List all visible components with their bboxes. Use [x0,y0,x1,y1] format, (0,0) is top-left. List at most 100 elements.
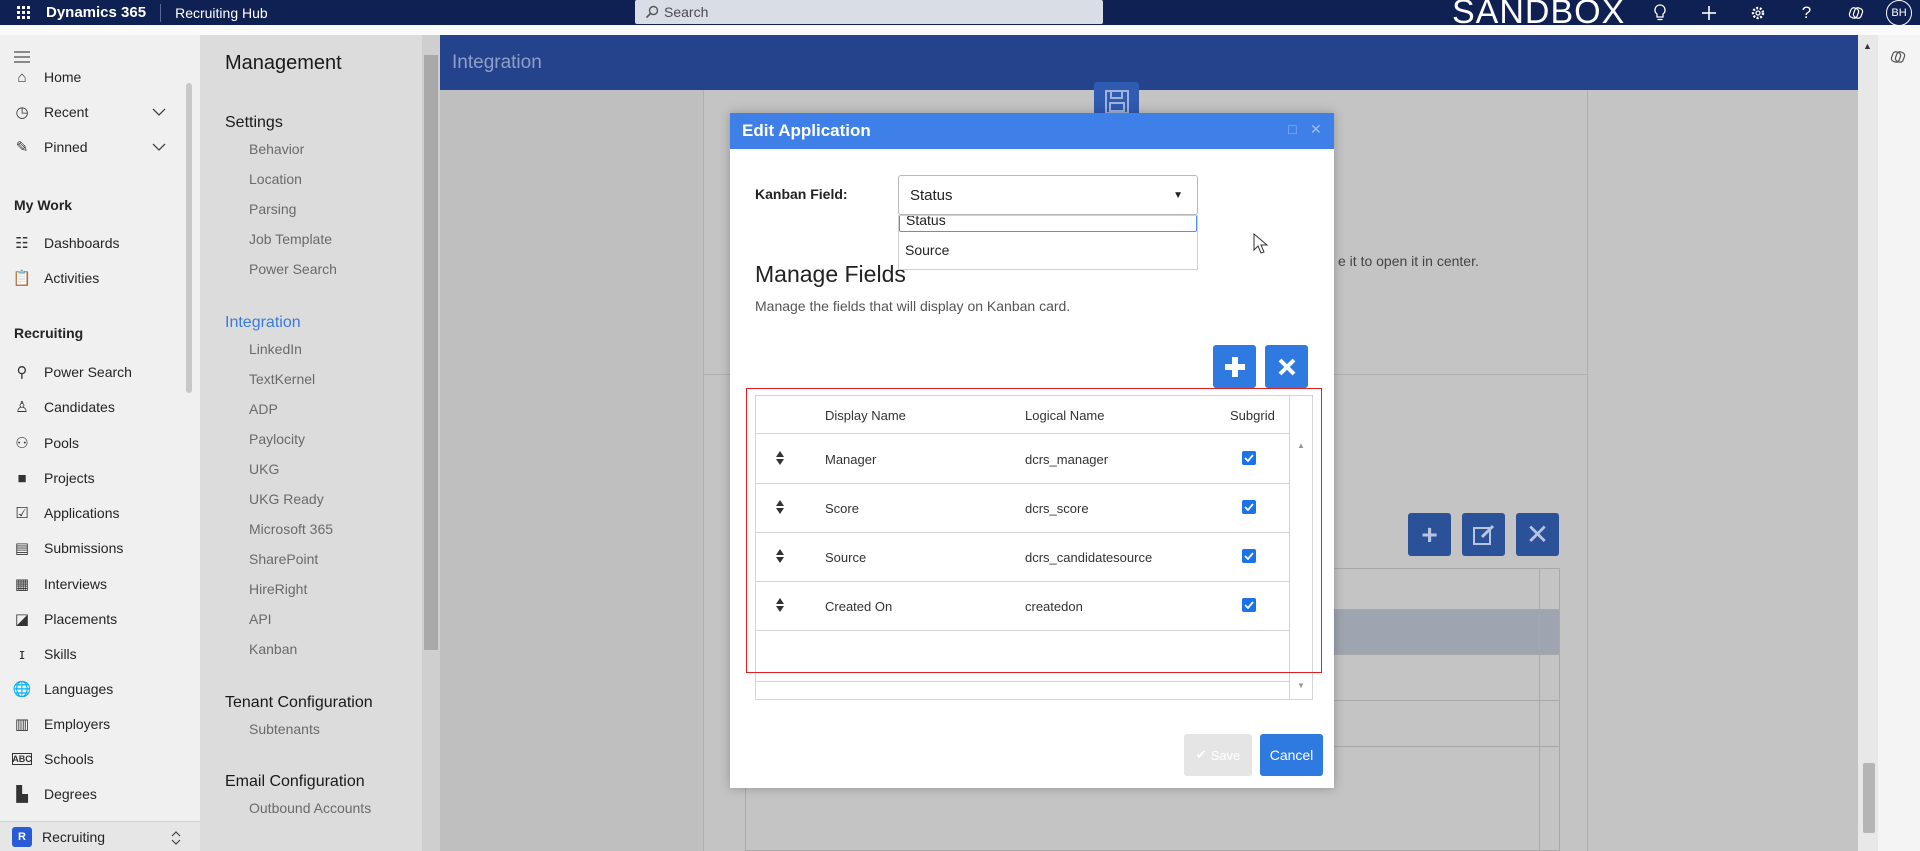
save-button[interactable]: ✔ Save [1184,734,1252,776]
section-settings[interactable]: Settings [225,114,283,132]
gear-icon[interactable] [1733,0,1782,25]
area-switcher[interactable]: R Recruiting [0,821,200,851]
id-card-icon: ▤ [14,540,30,557]
mgmt-item-sharepoint[interactable]: SharePoint [249,551,318,567]
mgmt-item-paylocity[interactable]: Paylocity [249,431,305,447]
plus-icon[interactable] [1684,0,1733,25]
kanban-field-label: Kanban Field: [755,186,848,202]
hub-name[interactable]: Recruiting Hub [161,5,268,21]
plus-icon [1224,356,1245,377]
mgmt-item-subtenants[interactable]: Subtenants [249,721,320,737]
nav-item-skills[interactable]: ɪ Skills [0,639,180,669]
nav-item-candidates[interactable]: ♙ Candidates [0,392,180,422]
nav-item-placements[interactable]: ◪ Placements [0,604,180,634]
mgmt-item-hireright[interactable]: HireRight [249,581,307,597]
user-avatar[interactable]: BH [1886,0,1912,26]
dialog-title: Edit Application [742,121,871,140]
page-scroll-thumb[interactable] [1863,763,1875,833]
copilot-icon[interactable] [1890,49,1906,65]
nav-item-label: Projects [44,470,95,486]
main-header: Integration [440,35,1858,90]
mgmt-item-api[interactable]: API [249,611,272,627]
nav-item-employers[interactable]: ▥ Employers [0,709,180,739]
section-email-configuration[interactable]: Email Configuration [225,773,365,791]
copilot-icon[interactable] [1831,0,1880,25]
dropdown-option-status[interactable]: Status [899,216,1197,232]
section-tenant-configuration[interactable]: Tenant Configuration [225,694,373,712]
mgmt-item-outbound-accounts[interactable]: Outbound Accounts [249,800,371,816]
chevron-down-icon[interactable] [152,143,166,151]
nav-item-label: Pools [44,435,80,451]
nav-item-interviews[interactable]: ▦ Interviews [0,569,180,599]
mgmt-item-textkernel[interactable]: TextKernel [249,371,315,387]
maximize-icon[interactable]: □ [1288,121,1296,137]
book-icon: ▙ [16,786,28,803]
scroll-down-icon[interactable]: ▼ [1297,681,1305,690]
search-input[interactable]: Search [635,0,1103,24]
add-field-button[interactable] [1213,345,1256,388]
nav-item-home[interactable]: ⌂ Home [0,62,180,92]
nav-item-label: Applications [44,505,120,521]
placement-icon: ◪ [14,611,30,628]
abc-icon: ABC [12,753,32,765]
mgmt-item-power-search[interactable]: Power Search [249,261,337,277]
kanban-field-select[interactable]: Status ▼ [898,175,1198,215]
nav-item-submissions[interactable]: ▤ Submissions [0,533,180,563]
mgmt-item-behavior[interactable]: Behavior [249,141,304,157]
close-icon [1278,358,1295,375]
nav-item-recent[interactable]: ◷ Recent [0,97,180,127]
nav-item-label: Degrees [44,786,97,802]
nav-item-schools[interactable]: ABC Schools [0,744,180,774]
top-bar: Dynamics 365 Recruiting Hub Search SANDB… [0,0,1920,29]
mgmt-item-kanban[interactable]: Kanban [249,641,297,657]
nav-item-power-search[interactable]: ⚲ Power Search [0,357,180,387]
app-launcher-button[interactable] [0,0,46,25]
close-icon[interactable]: ✕ [1310,121,1322,138]
main-title: Integration [452,52,542,73]
remove-field-button[interactable] [1265,345,1308,388]
mgmt-item-ukg[interactable]: UKG [249,461,279,477]
mgmt-item-job-template[interactable]: Job Template [249,231,332,247]
mgmt-item-adp[interactable]: ADP [249,401,278,417]
section-integration[interactable]: Integration [225,314,301,332]
nav-item-pinned[interactable]: ✎ Pinned [0,132,180,162]
nav-item-label: Home [44,69,82,85]
check-icon: ✔ [1195,747,1207,762]
floppy-icon [1104,90,1129,114]
nav-item-applications[interactable]: ☑ Applications [0,498,180,528]
mgmt-item-microsoft-365[interactable]: Microsoft 365 [249,521,333,537]
mgmt-item-ukg-ready[interactable]: UKG Ready [249,491,324,507]
background-delete-button[interactable]: ✕ [1516,513,1559,556]
nav-item-languages[interactable]: 🌐 Languages [0,674,180,704]
nav-item-pools[interactable]: ⚇ Pools [0,428,180,458]
page-scrollbar[interactable]: ▲ [1858,35,1878,851]
lightbulb-icon[interactable] [1635,0,1684,25]
dropdown-option-source[interactable]: Source [899,238,1197,262]
search-icon [645,5,659,19]
nav-scrollbar[interactable] [186,83,192,393]
nav-item-projects[interactable]: ■ Projects [0,463,180,493]
app-name[interactable]: Dynamics 365 [46,3,162,22]
mgmt-item-location[interactable]: Location [249,171,302,187]
help-icon[interactable]: ? [1782,0,1831,25]
cancel-button[interactable]: Cancel [1260,734,1323,776]
nav-item-activities[interactable]: 📋 Activities [0,263,180,293]
nav-item-dashboards[interactable]: ☷ Dashboards [0,228,180,258]
mgmt-item-linkedin[interactable]: LinkedIn [249,341,302,357]
background-add-button[interactable]: + [1408,513,1451,556]
management-scroll-thumb[interactable] [424,55,438,650]
building-icon: ▥ [14,716,30,733]
pin-icon: ✎ [15,139,29,156]
nav-item-label: Activities [44,270,100,286]
grid-scrollbar[interactable] [1539,569,1559,851]
mgmt-item-parsing[interactable]: Parsing [249,201,296,217]
kanban-field-value: Status [910,186,953,204]
nav-item-label: Dashboards [44,235,120,251]
background-edit-button[interactable] [1462,513,1505,556]
scroll-up-icon[interactable]: ▲ [1863,41,1872,51]
nav-item-label: Skills [44,646,77,662]
edit-application-dialog: Edit Application □ ✕ Kanban Field: Statu… [730,113,1334,788]
nav-item-degrees[interactable]: ▙ Degrees [0,779,180,809]
mouse-cursor-icon [1253,233,1269,254]
chevron-down-icon[interactable] [152,108,166,116]
